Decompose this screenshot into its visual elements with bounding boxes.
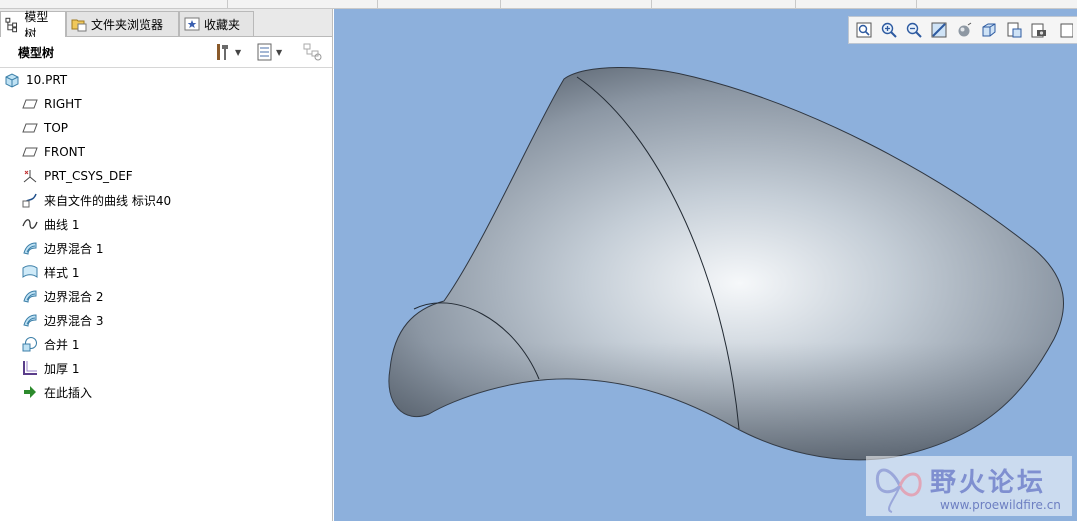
zoom-out-button[interactable] — [903, 19, 925, 41]
model-tree-header: 模型树 ▼ ▼ — [0, 37, 332, 68]
tree-item-label: TOP — [44, 121, 69, 135]
tree-item-label: 边界混合 2 — [44, 289, 104, 304]
tree-item-part[interactable]: 10.PRT — [4, 69, 67, 91]
tree-item-label: RIGHT — [44, 97, 82, 111]
datum-plane-icon — [22, 123, 38, 133]
butterfly-logo-icon — [875, 468, 922, 513]
tree-item-label: 来自文件的曲线 标识40 — [44, 193, 172, 208]
more-icon — [1060, 23, 1073, 38]
show-dropdown-button[interactable]: ▼ — [256, 42, 282, 62]
view-toolbar — [848, 16, 1077, 44]
boundary-blend-icon — [23, 314, 37, 327]
curve-from-file-icon — [22, 193, 37, 208]
datum-plane-icon — [22, 147, 38, 157]
tab-folder-browser-label: 文件夹浏览器 — [91, 17, 164, 32]
chevron-down-icon: ▼ — [235, 47, 242, 57]
top-toolbar-strip — [0, 0, 1077, 9]
view-orientation-icon — [982, 23, 996, 37]
watermark-title: 野火论坛 — [930, 468, 1047, 498]
refit-button[interactable] — [853, 19, 875, 41]
navigator-panel: 模型树 文件夹浏览器 收藏夹 模型树 ▼ ▼ 10.PRT RIGHT TOP … — [0, 9, 333, 521]
more-button[interactable] — [1053, 19, 1075, 41]
zoom-in-button[interactable] — [878, 19, 900, 41]
navigator-tabs: 模型树 文件夹浏览器 收藏夹 — [0, 9, 332, 41]
shading-icon — [958, 22, 972, 37]
coordinate-system-icon — [23, 170, 37, 183]
tree-item-label: PRT_CSYS_DEF — [44, 169, 133, 183]
repaint-icon — [931, 22, 947, 38]
datum-plane-icon — [22, 99, 38, 109]
tools-icon — [217, 44, 228, 60]
part-icon — [5, 73, 19, 88]
tree-item-label: 加厚 1 — [44, 361, 80, 376]
tree-item-label: 样式 1 — [44, 265, 80, 280]
shading-button[interactable] — [953, 19, 975, 41]
zoom-out-icon — [906, 22, 922, 38]
tree-item-thicken-1[interactable]: 加厚 1 — [22, 357, 79, 379]
tree-filter-icon — [303, 43, 322, 61]
tree-item-merge-1[interactable]: 合并 1 — [22, 333, 79, 355]
view-orientation-button[interactable] — [978, 19, 1000, 41]
tree-item-boundary-blend-3[interactable]: 边界混合 3 — [22, 309, 103, 331]
3d-model-surface — [388, 67, 1064, 461]
tree-item-label: 边界混合 3 — [44, 313, 104, 328]
boundary-blend-icon — [23, 242, 37, 255]
graphics-viewport[interactable]: 野火论坛 www.proewildfire.cn — [334, 9, 1077, 521]
list-icon — [257, 43, 272, 61]
watermark-url: www.proewildfire.cn — [940, 498, 1061, 512]
refit-icon — [856, 22, 872, 38]
tree-item-label: 在此插入 — [44, 385, 93, 400]
favorites-icon — [184, 17, 200, 31]
repaint-button[interactable] — [928, 19, 950, 41]
thicken-icon — [23, 361, 37, 375]
style-icon — [22, 265, 38, 278]
saved-views-icon — [1007, 22, 1022, 38]
boundary-blend-icon — [23, 290, 37, 303]
tree-filter-button[interactable] — [302, 42, 324, 62]
tree-item-style-1[interactable]: 样式 1 — [22, 261, 79, 283]
tree-item-boundary-blend-1[interactable]: 边界混合 1 — [22, 237, 103, 259]
tree-item-csys[interactable]: PRT_CSYS_DEF — [22, 165, 133, 187]
zoom-in-icon — [881, 22, 897, 38]
site-watermark: 野火论坛 www.proewildfire.cn — [866, 456, 1072, 516]
tree-item-curve-from-file[interactable]: 来自文件的曲线 标识40 — [22, 189, 171, 211]
tree-item-label: 合并 1 — [44, 337, 80, 352]
tree-item-right[interactable]: RIGHT — [22, 93, 82, 115]
settings-dropdown-button[interactable]: ▼ — [213, 42, 241, 62]
tree-item-curve-1[interactable]: 曲线 1 — [22, 213, 79, 235]
model-tree-icon — [5, 17, 18, 32]
merge-icon — [22, 337, 37, 352]
curve-icon — [22, 219, 38, 229]
saved-views-button[interactable] — [1003, 19, 1025, 41]
display-style-button[interactable] — [1028, 19, 1050, 41]
tab-model-tree[interactable]: 模型树 — [0, 10, 66, 41]
tree-item-label: 10.PRT — [26, 73, 68, 87]
tree-item-top[interactable]: TOP — [22, 117, 68, 139]
tree-item-boundary-blend-2[interactable]: 边界混合 2 — [22, 285, 103, 307]
display-style-icon — [1031, 23, 1046, 38]
model-tree-title: 模型树 — [18, 46, 55, 60]
tree-item-label: 曲线 1 — [44, 217, 80, 232]
tab-folder-browser[interactable]: 文件夹浏览器 — [66, 11, 179, 36]
tree-item-label: FRONT — [44, 145, 85, 159]
tree-item-label: 边界混合 1 — [44, 241, 104, 256]
insert-here-arrow-icon — [24, 386, 36, 398]
chevron-down-icon: ▼ — [276, 47, 283, 57]
tab-favorites-label: 收藏夹 — [204, 17, 241, 32]
tab-favorites[interactable]: 收藏夹 — [179, 11, 254, 36]
tree-item-insert-here[interactable]: 在此插入 — [22, 381, 92, 403]
tree-item-front[interactable]: FRONT — [22, 141, 85, 163]
folder-browser-icon — [71, 19, 87, 32]
